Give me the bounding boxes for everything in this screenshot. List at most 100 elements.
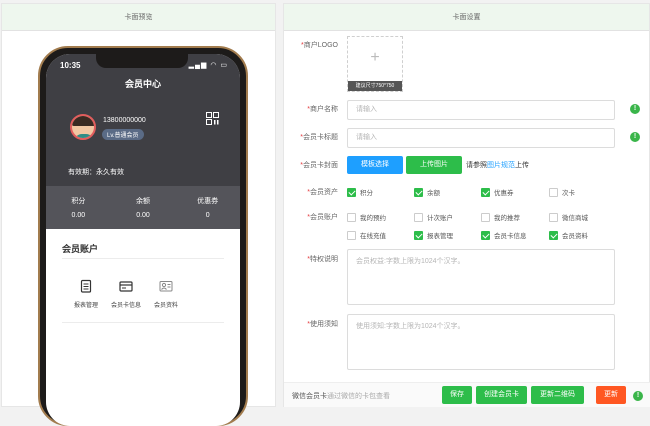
- checkbox-my-referral[interactable]: 我的推荐: [481, 212, 520, 222]
- create-card-button[interactable]: 创建会员卡: [476, 386, 527, 404]
- avatar: [70, 114, 96, 140]
- account-item-label: 会员卡信息: [110, 303, 141, 309]
- checkbox-box[interactable]: [347, 212, 356, 222]
- checkbox-online-recharge[interactable]: 在线充值: [347, 230, 386, 240]
- notice-label-text: 使用须知: [310, 321, 338, 328]
- profile-icon: [159, 281, 173, 292]
- account-label-text: 会员账户: [310, 214, 338, 221]
- checkbox-label: 计次账户: [427, 215, 453, 222]
- account-section-title: 会员账户: [62, 244, 99, 254]
- logo-upload[interactable]: + 建议尺寸750*750: [347, 36, 403, 92]
- checkbox-card-info[interactable]: 会员卡信息: [481, 230, 527, 240]
- logo-size-tip: 建议尺寸750*750: [348, 81, 402, 91]
- checkbox-box[interactable]: [549, 212, 558, 222]
- checkbox-label: 次卡: [562, 190, 575, 197]
- checkbox-label: 会员资料: [562, 233, 588, 240]
- footer-text: 微信会员卡通过微信的卡包查看: [292, 391, 390, 401]
- checkbox-my-booking[interactable]: 我的预约: [347, 212, 386, 222]
- stat-label: 积分: [71, 198, 86, 205]
- stat-value: 0: [205, 212, 210, 219]
- notice-label: *使用须知: [288, 319, 338, 329]
- card-title-input[interactable]: 请输入: [347, 128, 615, 148]
- account-item-card-info[interactable]: 会员卡信息: [106, 279, 146, 309]
- checkbox-label: 余额: [427, 190, 440, 197]
- logo-label-text: 商户LOGO: [303, 42, 338, 49]
- member-level-badge: Lv.普通会员: [102, 129, 144, 140]
- image-spec-link[interactable]: 图片规范: [487, 162, 515, 169]
- checkbox-member-profile[interactable]: 会员资料: [549, 230, 588, 240]
- checkbox-label: 报表管理: [427, 233, 453, 240]
- checkbox-box[interactable]: [414, 187, 423, 197]
- settings-panel-title: 卡面设置: [284, 4, 649, 31]
- footer-text-main: 微信会员卡: [292, 393, 327, 400]
- merchant-name-label-text: 商户名称: [310, 106, 338, 113]
- checkbox-label: 优惠券: [494, 190, 514, 197]
- member-stats: 积分 0.00 余额 0.00 优惠券 0: [46, 186, 240, 229]
- stat-value: 0.00: [71, 212, 86, 219]
- preview-panel-title: 卡面预览: [2, 4, 275, 31]
- checkbox-label: 我的推荐: [494, 215, 520, 222]
- checkbox-box[interactable]: [347, 187, 356, 197]
- checkbox-box[interactable]: [414, 212, 423, 222]
- warning-icon: !: [630, 132, 640, 142]
- phone-frame: 10:35 ▂▄▆ ◠ ▭ 会员中心 13800000000 Lv.普通会员 有…: [38, 46, 248, 426]
- stat-value: 0.00: [136, 212, 150, 219]
- validity-text: 有效期：永久有效: [68, 169, 124, 176]
- checkbox-label: 微信商城: [562, 215, 588, 222]
- merchant-name-label: *商户名称: [288, 104, 338, 114]
- stat-coupons[interactable]: 优惠券 0: [175, 186, 240, 229]
- preview-panel: 卡面预览 10:35 ▂▄▆ ◠ ▭ 会员中心 13800000000 Lv.普…: [1, 3, 276, 426]
- notice-textarea[interactable]: 使用须知:字数上限为1024个汉字。: [347, 314, 615, 370]
- checkbox-times-card[interactable]: 次卡: [549, 187, 575, 197]
- warning-icon: !: [630, 104, 640, 114]
- checkbox-box[interactable]: [414, 230, 423, 240]
- checkbox-label: 积分: [360, 190, 373, 197]
- card-icon: [119, 281, 133, 292]
- phone-notch: [96, 54, 188, 68]
- upload-image-button[interactable]: 上传图片: [406, 156, 462, 174]
- divider: [62, 322, 224, 323]
- cover-label: *会员卡封面: [288, 160, 338, 170]
- account-label: *会员账户: [288, 212, 338, 222]
- checkbox-box[interactable]: [481, 187, 490, 197]
- account-item-label: 报表管理: [73, 303, 98, 309]
- warning-icon: !: [633, 391, 643, 401]
- qr-code-icon[interactable]: [206, 112, 219, 125]
- stat-balance[interactable]: 余额 0.00: [111, 186, 176, 229]
- checkbox-box[interactable]: [481, 212, 490, 222]
- checkbox-wechat-mall[interactable]: 微信商城: [549, 212, 588, 222]
- cover-label-text: 会员卡封面: [303, 162, 338, 169]
- divider: [62, 258, 224, 259]
- privilege-textarea[interactable]: 会员权益:字数上限为1024个汉字。: [347, 249, 615, 305]
- stat-points[interactable]: 积分 0.00: [46, 186, 111, 229]
- merchant-name-input[interactable]: 请输入: [347, 100, 615, 120]
- checkbox-label: 会员卡信息: [494, 233, 527, 240]
- assets-label: *会员资产: [288, 187, 338, 197]
- account-item-label: 会员资料: [153, 303, 178, 309]
- save-button[interactable]: 保存: [442, 386, 472, 404]
- checkbox-count-account[interactable]: 计次账户: [414, 212, 453, 222]
- clipboard-icon: [80, 279, 92, 293]
- checkbox-box[interactable]: [481, 230, 490, 240]
- cover-hint-after: 上传: [515, 162, 529, 169]
- privilege-label: *特权说明: [288, 254, 338, 264]
- stat-label: 余额: [136, 198, 150, 205]
- signal-wifi-battery-icon: ▂▄▆ ◠ ▭: [188, 62, 228, 69]
- refresh-button[interactable]: 更新: [596, 386, 626, 404]
- checkbox-box[interactable]: [549, 187, 558, 197]
- update-qr-button[interactable]: 更新二维码: [531, 386, 584, 404]
- checkbox-report-management[interactable]: 报表管理: [414, 230, 453, 240]
- checkbox-coupons[interactable]: 优惠券: [481, 187, 514, 197]
- assets-label-text: 会员资产: [310, 189, 338, 196]
- checkbox-label: 我的预约: [360, 215, 386, 222]
- checkbox-points[interactable]: 积分: [347, 187, 373, 197]
- checkbox-box[interactable]: [549, 230, 558, 240]
- cover-hint: 请参照图片规范上传: [466, 160, 529, 170]
- checkbox-box[interactable]: [347, 230, 356, 240]
- account-item-reports[interactable]: 报表管理: [66, 279, 106, 309]
- stat-label: 优惠券: [197, 198, 219, 205]
- checkbox-balance[interactable]: 余额: [414, 187, 440, 197]
- footer-hint: 通过微信的卡包查看: [327, 393, 390, 400]
- account-item-profile[interactable]: 会员资料: [146, 279, 186, 309]
- template-select-button[interactable]: 模板选择: [347, 156, 403, 174]
